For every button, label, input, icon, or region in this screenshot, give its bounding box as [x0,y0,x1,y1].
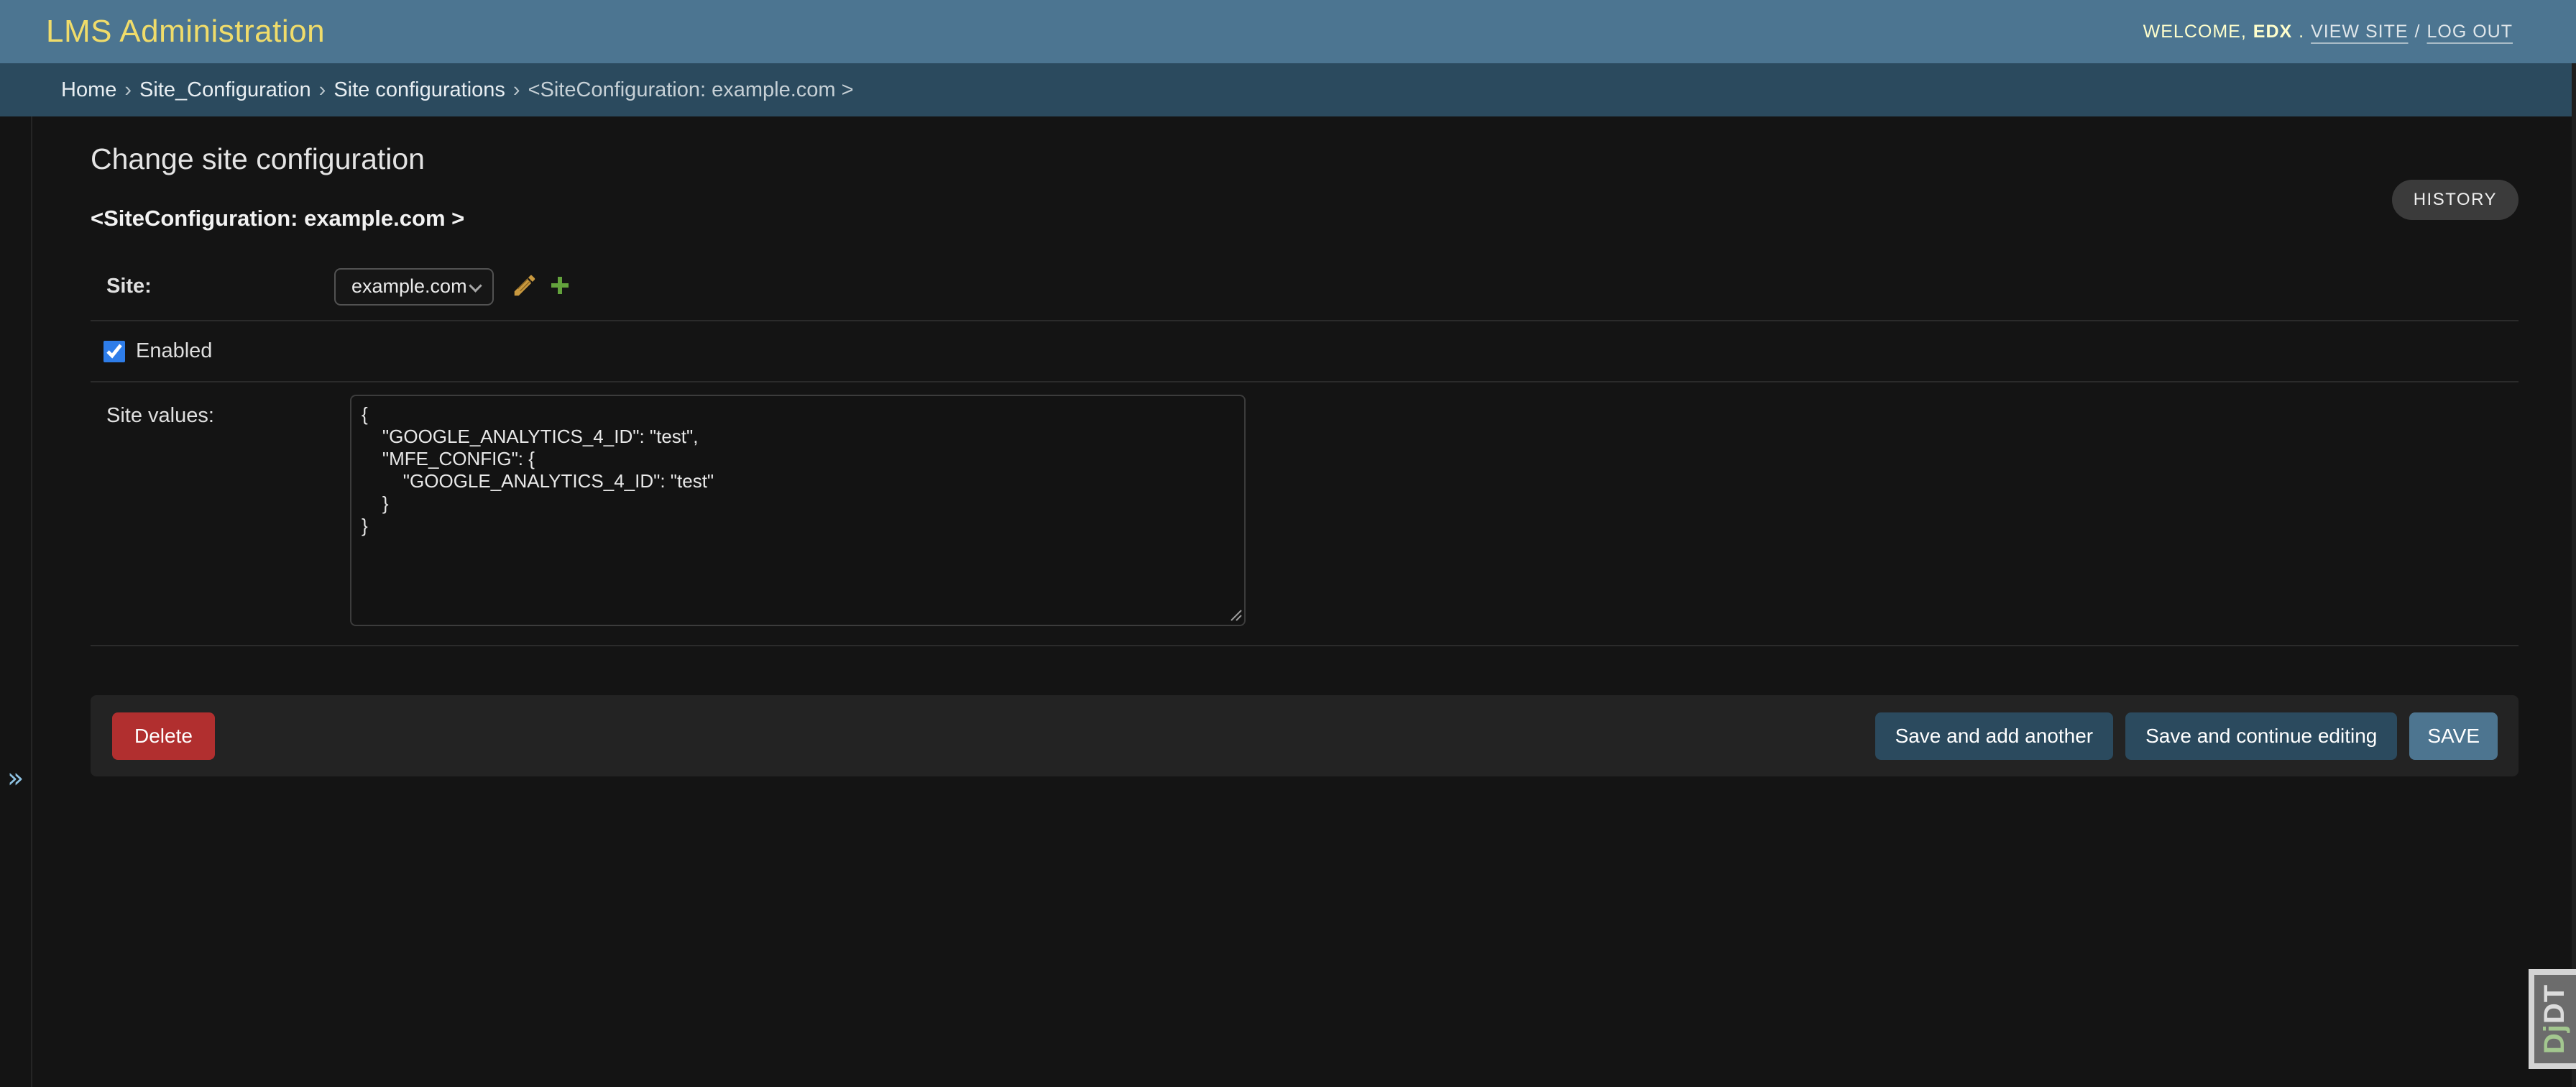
page-title: Change site configuration [91,142,425,176]
save-button[interactable]: SAVE [2409,712,2498,760]
breadcrumb-separator: › [319,78,326,102]
plus-icon [547,272,573,301]
site-select[interactable]: example.com [334,268,494,306]
breadcrumb-separator: › [124,78,132,102]
debug-toolbar-handle[interactable]: DjDT [2529,969,2576,1069]
chevron-down-icon [469,279,482,292]
breadcrumb-current: <SiteConfiguration: example.com > [528,78,854,102]
history-button[interactable]: HISTORY [2392,180,2518,220]
object-title: <SiteConfiguration: example.com > [91,206,464,231]
username: EDX [2253,22,2292,42]
site-select-value: example.com [351,275,467,298]
welcome-period: . [2299,22,2304,42]
nav-sidebar-collapsed: » [0,116,32,1087]
scrollbar[interactable] [2572,63,2576,1087]
save-and-add-another-button[interactable]: Save and add another [1875,712,2114,760]
site-values-textarea[interactable]: { "GOOGLE_ANALYTICS_4_ID": "test", "MFE_… [350,395,1246,626]
enabled-label: Enabled [136,339,212,363]
breadcrumb-site-configuration[interactable]: Site_Configuration [139,78,311,102]
site-values-label: Site values: [91,404,334,428]
form-row-site-values: Site values: { "GOOGLE_ANALYTICS_4_ID": … [91,382,2518,646]
form-row-site: Site: example.com [91,253,2518,321]
form-row-enabled: Enabled [91,321,2518,382]
view-site-link[interactable]: VIEW SITE [2311,22,2408,42]
sidebar-expand-toggle[interactable]: » [7,762,24,794]
breadcrumb: Home › Site_Configuration › Site configu… [0,63,2576,116]
content: Change site configuration HISTORY <SiteC… [34,116,2576,1087]
link-separator: / [2415,22,2421,42]
debug-toolbar-label: DjDT [2539,984,2572,1054]
delete-button[interactable]: Delete [112,712,215,760]
header-bar: LMS Administration WELCOME, EDX. VIEW SI… [0,0,2576,63]
welcome-text: WELCOME, [2143,22,2247,42]
site-field-label: Site: [91,275,334,298]
change-form: Site: example.com [91,253,2518,646]
pencil-icon [511,272,538,301]
enabled-checkbox[interactable] [104,341,125,362]
main-area: » Change site configuration HISTORY <Sit… [0,116,2576,1087]
log-out-link[interactable]: LOG OUT [2426,22,2513,42]
breadcrumb-separator: › [513,78,520,102]
user-tools: WELCOME, EDX. VIEW SITE / LOG OUT [2143,22,2513,42]
submit-row: Delete Save and add another Save and con… [91,695,2518,776]
save-and-continue-editing-button[interactable]: Save and continue editing [2125,712,2397,760]
breadcrumb-site-configurations[interactable]: Site configurations [334,78,505,102]
edit-site-button[interactable] [511,272,538,301]
breadcrumb-home[interactable]: Home [61,78,116,102]
site-title-link[interactable]: LMS Administration [46,14,325,50]
add-site-button[interactable] [547,272,573,301]
